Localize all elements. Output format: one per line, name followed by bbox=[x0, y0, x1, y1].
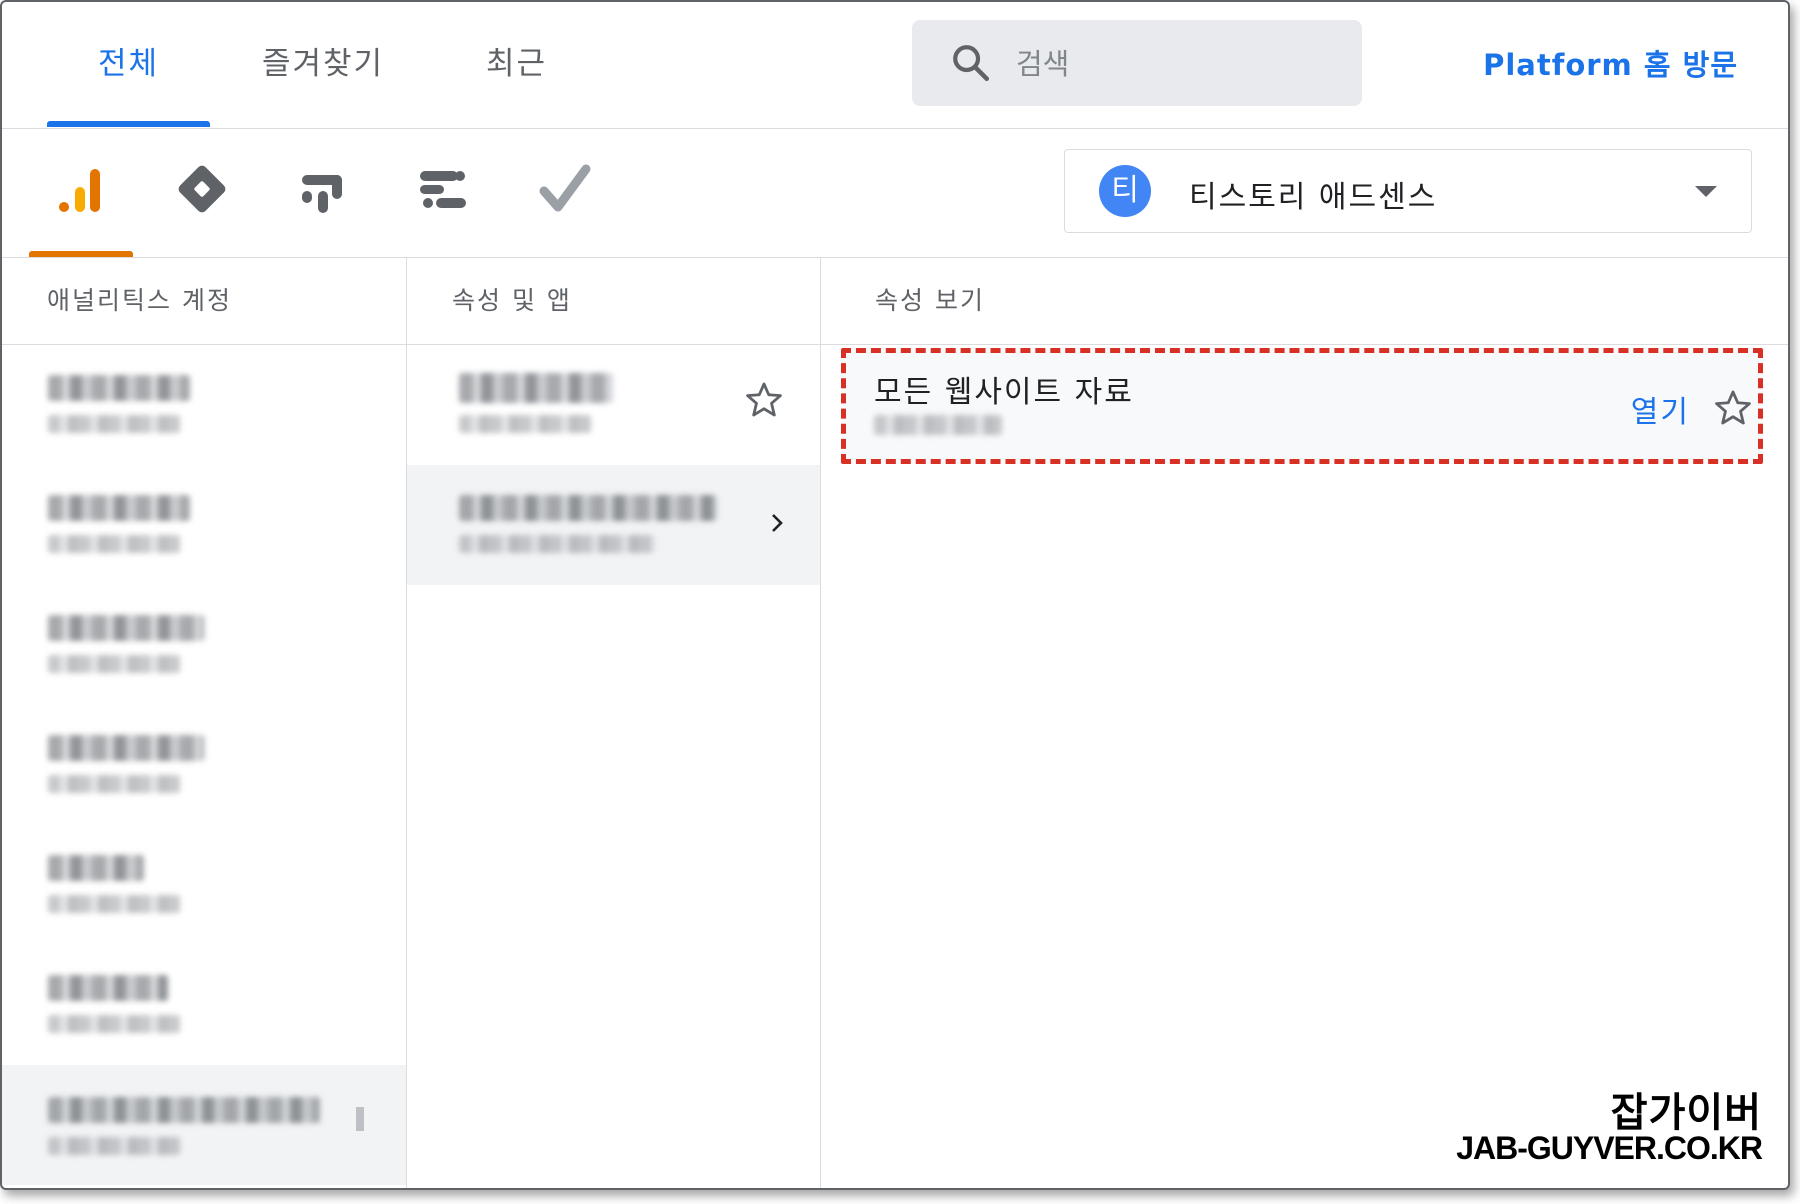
product-bar: 티 티스토리 애드센스 bbox=[2, 129, 1788, 258]
tab-favorites[interactable]: 즐겨찾기 bbox=[262, 38, 384, 83]
account-name: 티스토리 애드센스 bbox=[1189, 180, 1438, 215]
tag-manager-icon[interactable] bbox=[172, 159, 232, 219]
star-icon[interactable] bbox=[1712, 387, 1754, 429]
platform-home-link[interactable]: Platform 홈 방문 bbox=[1483, 42, 1738, 84]
view-item-all-website-data[interactable]: 모든 웹사이트 자료 열기 bbox=[841, 348, 1763, 464]
list-item[interactable] bbox=[2, 825, 406, 945]
list-item[interactable] bbox=[407, 345, 820, 465]
list-item[interactable] bbox=[2, 1065, 406, 1185]
accounts-column: 애널리틱스 계정 bbox=[2, 258, 407, 1188]
star-icon[interactable] bbox=[743, 379, 785, 421]
search-icon bbox=[953, 45, 990, 82]
data-studio-icon[interactable] bbox=[414, 159, 474, 219]
list-item[interactable] bbox=[2, 585, 406, 705]
views-column-header: 속성 보기 bbox=[821, 258, 1788, 345]
accounts-column-header: 애널리틱스 계정 bbox=[2, 258, 406, 345]
active-product-indicator bbox=[29, 251, 133, 257]
list-item[interactable] bbox=[2, 705, 406, 825]
surveys-icon[interactable] bbox=[534, 159, 594, 219]
tab-recent[interactable]: 최근 bbox=[486, 38, 547, 83]
list-item[interactable] bbox=[2, 465, 406, 585]
optimize-icon[interactable] bbox=[294, 159, 354, 219]
list-item[interactable] bbox=[2, 945, 406, 1065]
views-column: 속성 보기 모든 웹사이트 자료 열기 bbox=[821, 258, 1788, 1188]
scrollbar-thumb[interactable] bbox=[356, 1107, 364, 1131]
watermark-domain: JAB-GUYVER.CO.KR bbox=[1456, 1130, 1763, 1166]
account-selector[interactable]: 티 티스토리 애드센스 bbox=[1064, 149, 1752, 233]
dropdown-arrow-icon bbox=[1695, 186, 1717, 197]
open-view-button[interactable]: 열기 bbox=[1631, 387, 1690, 431]
properties-column-header: 속성 및 앱 bbox=[407, 258, 820, 345]
list-item[interactable] bbox=[407, 465, 820, 585]
active-tab-indicator bbox=[47, 121, 210, 127]
properties-column: 속성 및 앱 bbox=[407, 258, 821, 1188]
list-item[interactable] bbox=[2, 345, 406, 465]
top-bar: 전체 즐겨찾기 최근 Platform 홈 방문 bbox=[2, 2, 1788, 129]
view-title: 모든 웹사이트 자료 bbox=[874, 375, 1134, 410]
tab-all[interactable]: 전체 bbox=[98, 38, 159, 83]
analytics-account-picker: 전체 즐겨찾기 최근 Platform 홈 방문 bbox=[0, 0, 1790, 1190]
analytics-icon[interactable] bbox=[52, 159, 112, 219]
search-input[interactable] bbox=[1014, 38, 1338, 90]
account-avatar: 티 bbox=[1099, 165, 1151, 217]
chevron-right-icon[interactable] bbox=[765, 511, 789, 535]
search-box[interactable] bbox=[912, 20, 1362, 106]
